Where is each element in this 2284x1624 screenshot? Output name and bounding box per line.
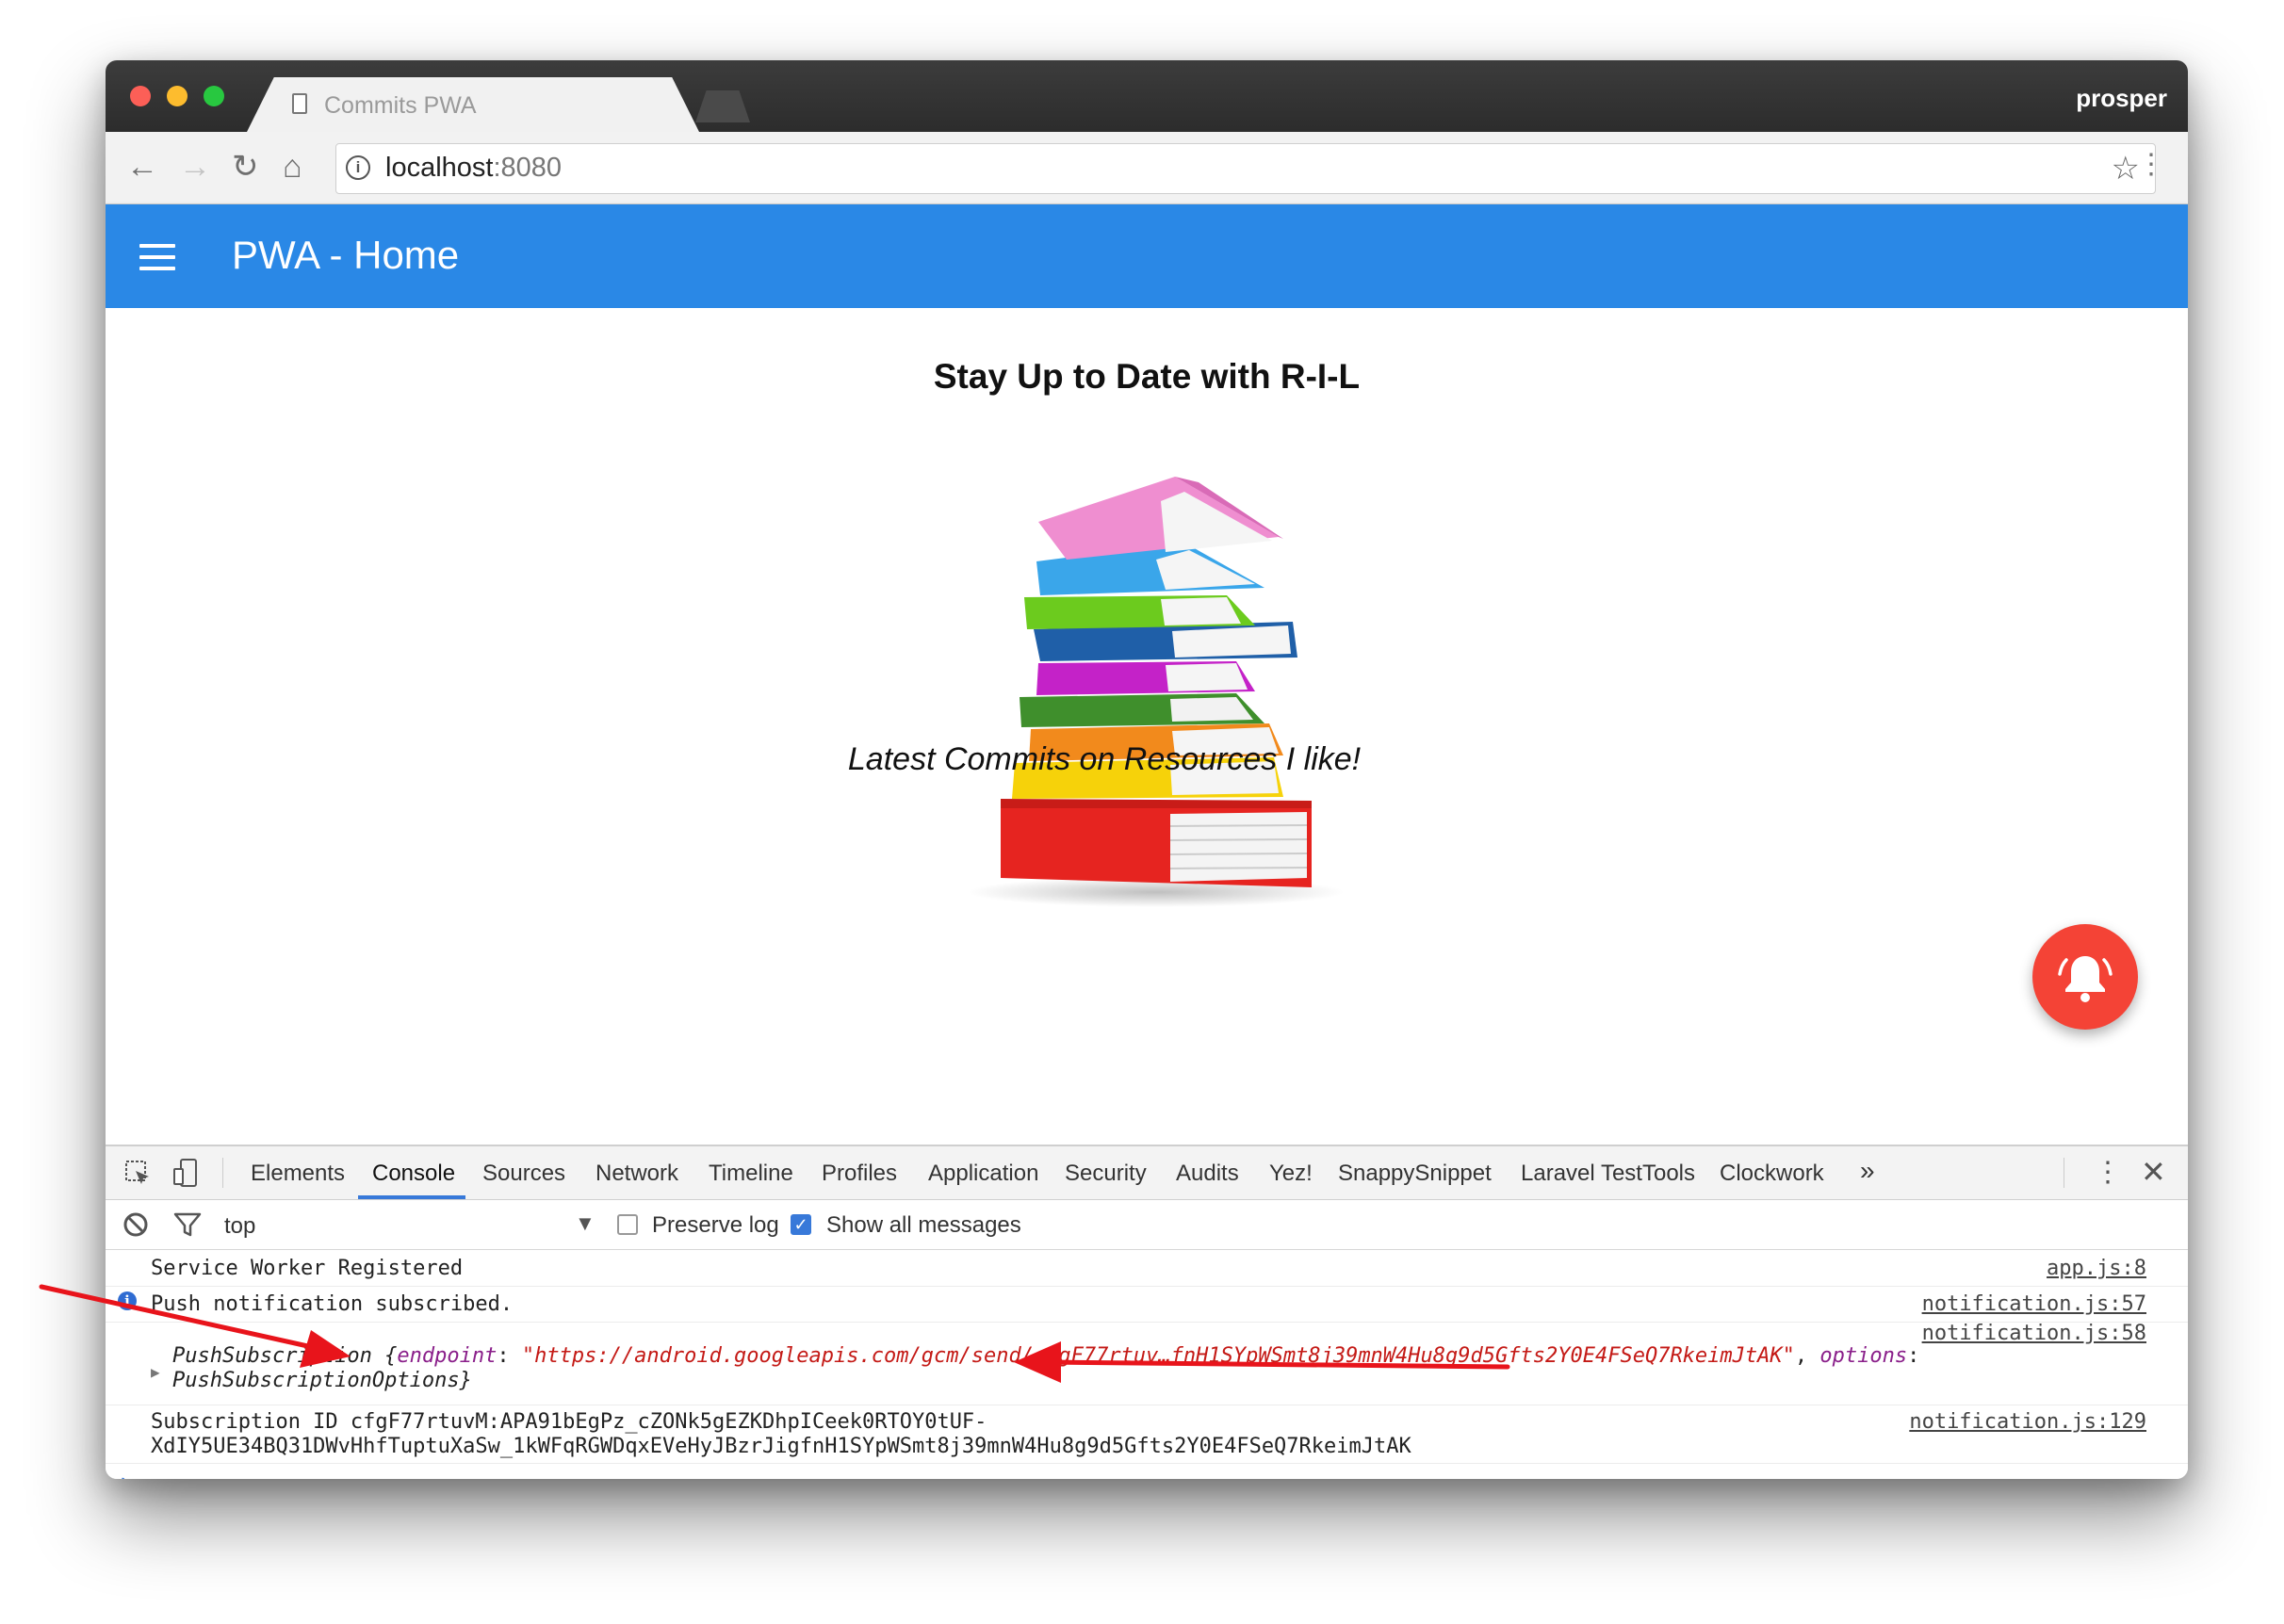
back-icon[interactable]: ←: [126, 151, 158, 183]
forward-icon[interactable]: →: [179, 151, 211, 183]
show-all-messages-checkbox[interactable]: ✓: [791, 1214, 811, 1235]
context-dropdown-icon[interactable]: ▼: [575, 1211, 595, 1236]
browser-menu-icon[interactable]: ⋮: [2137, 149, 2165, 181]
show-all-messages-label: Show all messages: [826, 1212, 1021, 1238]
console-message-subscription-id: Subscription ID cfgF77rtuvM:APA91bEgPz_c…: [106, 1405, 2188, 1464]
app-bar: PWA - Home: [106, 204, 2188, 308]
tab-yez[interactable]: Yez!: [1269, 1161, 1313, 1187]
notification-fab-button[interactable]: [2032, 924, 2138, 1030]
new-tab-button[interactable]: [695, 90, 750, 122]
expand-object-icon[interactable]: ▶: [151, 1363, 160, 1381]
tab-laravel-testtools[interactable]: Laravel TestTools: [1521, 1161, 1695, 1187]
browser-tab[interactable]: Commits PWA ×: [247, 77, 699, 132]
filter-icon[interactable]: [173, 1211, 202, 1238]
more-tabs-icon[interactable]: »: [1860, 1156, 1875, 1186]
close-tab-icon[interactable]: ×: [756, 90, 769, 117]
url-text: localhost:8080: [385, 153, 563, 183]
tab-timeline[interactable]: Timeline: [709, 1161, 793, 1187]
tab-application[interactable]: Application: [928, 1161, 1038, 1187]
address-bar[interactable]: i localhost:8080 ☆: [335, 143, 2156, 194]
tab-network[interactable]: Network: [595, 1161, 678, 1187]
devtools-menu-icon[interactable]: ⋮: [2094, 1156, 2122, 1189]
page-content: Stay Up to Date with R-I-L Latest Commit…: [106, 308, 2188, 1145]
page-headline: Stay Up to Date with R-I-L: [933, 357, 1361, 396]
console-message-info: i Push notification subscribed. notifica…: [106, 1286, 2188, 1323]
info-icon: i: [118, 1291, 137, 1310]
console-source-link[interactable]: notification.js:129: [1909, 1410, 2146, 1434]
preserve-log-label: Preserve log: [652, 1212, 779, 1238]
console-message: Service Worker Registered app.js:8: [106, 1250, 2188, 1287]
page-subtitle: Latest Commits on Resources I like!: [847, 741, 1362, 777]
tab-security[interactable]: Security: [1065, 1161, 1147, 1187]
clear-console-icon[interactable]: [122, 1211, 149, 1238]
hamburger-menu-icon[interactable]: [139, 244, 175, 270]
app-title: PWA - Home: [232, 233, 460, 277]
console-filter-bar: top ▼ Preserve log ✓ Show all messages: [106, 1200, 2188, 1250]
tab-audits[interactable]: Audits: [1176, 1161, 1239, 1187]
book-stack-image: [968, 477, 1345, 907]
site-info-icon[interactable]: i: [346, 155, 370, 180]
tab-title: Commits PWA: [324, 92, 477, 119]
console-message-object: ▶ PushSubscription {endpoint: "https://a…: [106, 1322, 2188, 1405]
console-source-link[interactable]: app.js:8: [2047, 1257, 2146, 1280]
tab-console[interactable]: Console: [372, 1161, 455, 1187]
devtools-tab-bar: Elements Console Sources Network Timelin…: [106, 1146, 2188, 1200]
profile-name[interactable]: prosper: [2076, 84, 2167, 113]
preserve-log-checkbox[interactable]: [617, 1214, 638, 1235]
tab-elements[interactable]: Elements: [251, 1161, 345, 1187]
home-icon[interactable]: ⌂: [283, 151, 302, 183]
bell-ringing-icon: [2058, 956, 2113, 1002]
console-prompt[interactable]: ›: [121, 1467, 129, 1479]
close-window-button[interactable]: [130, 86, 151, 106]
tab-snappysnippet[interactable]: SnappySnippet: [1338, 1161, 1492, 1187]
tab-profiles[interactable]: Profiles: [822, 1161, 897, 1187]
console-source-link[interactable]: notification.js:57: [1922, 1292, 2146, 1316]
device-toolbar-icon[interactable]: [171, 1158, 200, 1188]
console-source-link[interactable]: notification.js:58: [1922, 1322, 2146, 1345]
tab-clockwork[interactable]: Clockwork: [1720, 1161, 1824, 1187]
devtools-panel: Elements Console Sources Network Timelin…: [106, 1145, 2188, 1479]
page-icon: [292, 93, 307, 114]
minimize-window-button[interactable]: [167, 86, 188, 106]
active-tab-indicator: [358, 1195, 465, 1199]
zoom-window-button[interactable]: [204, 86, 224, 106]
tab-sources[interactable]: Sources: [482, 1161, 565, 1187]
context-selector[interactable]: top: [224, 1213, 255, 1240]
browser-toolbar: ← → ↻ ⌂ i localhost:8080 ☆ ⋮: [106, 132, 2188, 204]
browser-window: Commits PWA × prosper ← → ↻ ⌂ i localhos…: [106, 60, 2188, 1479]
inspect-element-icon[interactable]: [124, 1160, 153, 1188]
reload-icon[interactable]: ↻: [232, 151, 259, 183]
bookmark-star-icon[interactable]: ☆: [2112, 150, 2140, 187]
title-bar: Commits PWA × prosper: [106, 60, 2188, 132]
close-devtools-icon[interactable]: ✕: [2141, 1154, 2166, 1190]
